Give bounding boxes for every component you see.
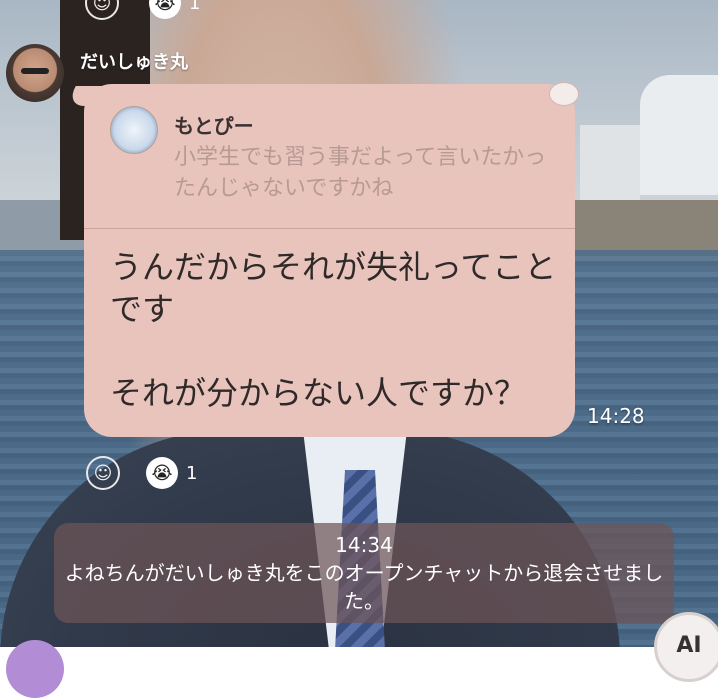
message-time: 14:28 <box>587 404 645 428</box>
reply-quote-text[interactable]: 小学生でも習う事だよって言いたかったんじゃないですかね <box>174 142 554 204</box>
reaction-badge[interactable]: 😭 1 <box>149 0 200 19</box>
ai-button[interactable]: AI <box>654 612 718 682</box>
add-reaction-icon[interactable]: ☺ <box>85 0 119 20</box>
sender-avatar[interactable] <box>6 44 64 102</box>
ai-button-label: AI <box>676 633 702 658</box>
message-text: うんだからそれが失礼ってことです それが分からない人ですか？ <box>110 248 557 412</box>
reply-author: もとぴー <box>174 114 254 138</box>
crying-face-sticker-icon: 😭 <box>146 457 178 489</box>
message-reactions: ☺ 😭 1 <box>86 456 197 490</box>
system-time: 14:34 <box>335 533 393 557</box>
add-reaction-icon[interactable]: ☺ <box>86 456 120 490</box>
next-sender-avatar[interactable] <box>6 640 64 698</box>
previous-message-reactions: ☺ 😭 1 <box>85 0 200 20</box>
system-text: よねちんがだいしゅき丸をこのオープンチャットから退会させました。 <box>64 561 664 613</box>
system-notice: 14:34 よねちんがだいしゅき丸をこのオープンチャットから退会させました。 <box>54 523 674 623</box>
sender-name[interactable]: だいしゅき丸 <box>80 48 188 74</box>
reply-divider <box>84 228 575 229</box>
bubble-reaction-icon[interactable] <box>549 82 579 106</box>
chat-overlay: ☺ 😭 1 だいしゅき丸 もとぴー 小学生でも習う事だよって言いたかったんじゃな… <box>0 0 718 698</box>
reaction-count: 1 <box>186 462 198 484</box>
reaction-badge[interactable]: 😭 1 <box>146 457 197 489</box>
crying-face-sticker-icon: 😭 <box>149 0 181 19</box>
reply-avatar <box>110 106 158 154</box>
reaction-count: 1 <box>189 0 201 14</box>
